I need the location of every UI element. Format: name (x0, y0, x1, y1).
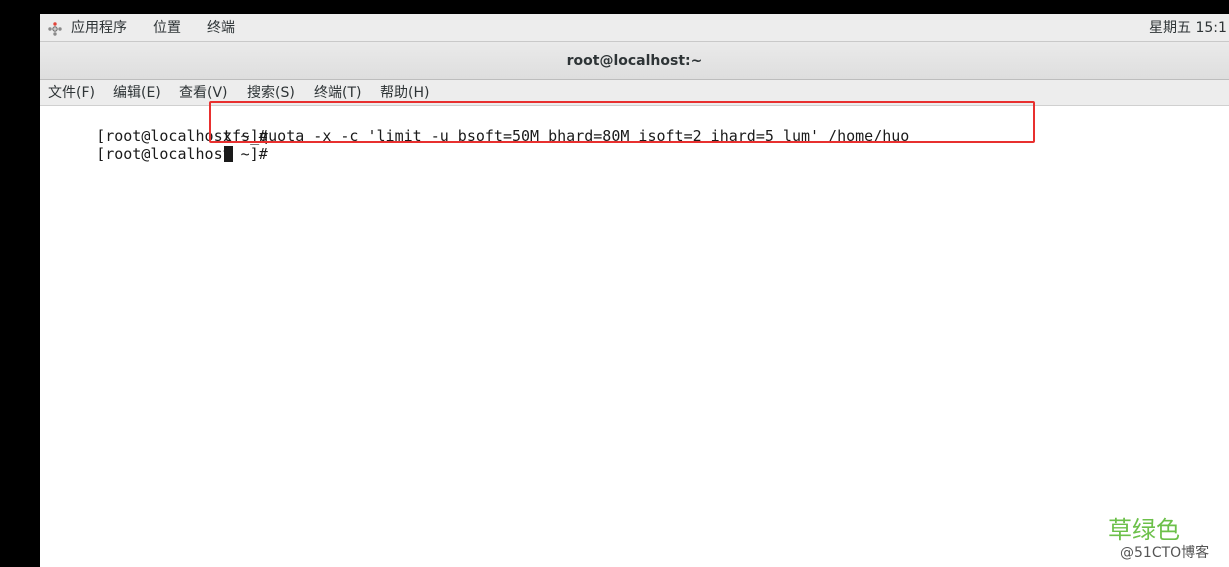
watermark: 草绿色 @51CTO博客 (1108, 516, 1209, 562)
shell-input[interactable] (223, 145, 233, 163)
window-title-bar[interactable]: root@localhost:~ (40, 42, 1229, 80)
screen: 应用程序 位置 终端 星期五 15:1 root@localhost:~ 文件(… (0, 0, 1229, 567)
text-cursor (224, 146, 233, 162)
places-menu[interactable]: 位置 (153, 14, 181, 42)
top-panel: 应用程序 位置 终端 星期五 15:1 (40, 14, 1229, 42)
window-title: root@localhost:~ (566, 53, 703, 69)
terminal-area[interactable]: [root@localhost ~]# xfs_quota -x -c 'limi… (40, 101, 1229, 567)
watermark-main-text: 草绿色 (1108, 516, 1180, 544)
gnome-foot-icon (48, 21, 62, 36)
menu-edit[interactable]: 编辑(E) (113, 80, 161, 106)
annotation-highlight-box (209, 101, 1035, 143)
watermark-site-text: @51CTO博客 (1120, 545, 1210, 561)
shell-prompt: [root@localhost ~]# (96, 145, 268, 163)
terminal-app-menu[interactable]: 终端 (207, 14, 235, 42)
menu-file[interactable]: 文件(F) (48, 80, 95, 106)
applications-menu[interactable]: 应用程序 (71, 14, 127, 42)
clock[interactable]: 星期五 15:1 (1149, 14, 1227, 42)
